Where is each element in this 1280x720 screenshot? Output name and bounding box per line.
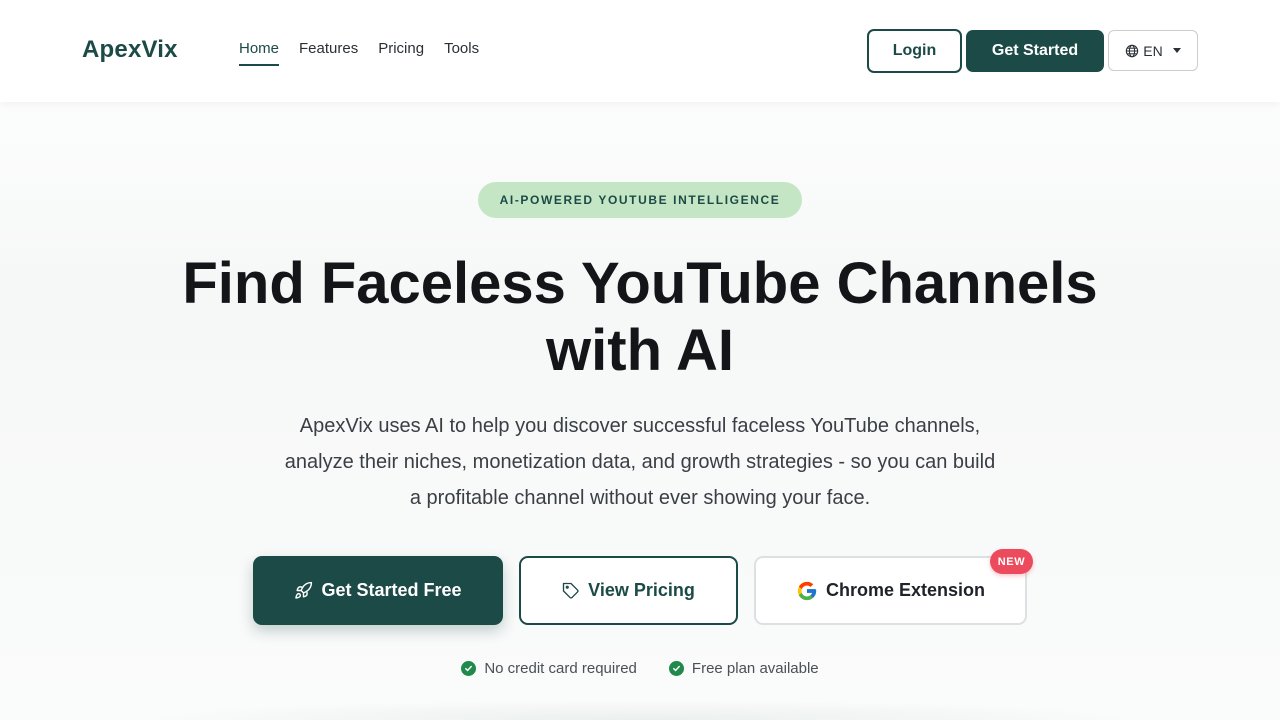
view-pricing-button[interactable]: View Pricing: [519, 556, 738, 625]
brand-logo[interactable]: ApexVix: [82, 36, 178, 64]
trust-checks: No credit card required Free plan availa…: [0, 660, 1280, 677]
hero-title-line1: Find Faceless YouTube Channels: [182, 251, 1098, 316]
nav-links: Home Features Pricing Tools: [239, 40, 479, 66]
chevron-down-icon: [1172, 48, 1181, 53]
navbar: ApexVix Home Features Pricing Tools Logi…: [0, 0, 1280, 102]
new-badge: NEW: [990, 549, 1033, 574]
rocket-icon: [294, 581, 313, 600]
check-circle-icon: [668, 661, 684, 676]
nav-link-features[interactable]: Features: [299, 40, 358, 66]
globe-icon: [1125, 44, 1139, 58]
nav-link-home[interactable]: Home: [239, 40, 280, 66]
check-label: No credit card required: [484, 660, 637, 677]
chrome-extension-label: Chrome Extension: [825, 580, 986, 600]
google-icon: [796, 580, 818, 602]
language-label: EN: [1143, 42, 1163, 59]
check-circle-icon: [461, 661, 477, 676]
hero-badge: AI-POWERED YOUTUBE INTELLIGENCE: [478, 182, 802, 218]
check-label: Free plan available: [691, 660, 819, 677]
hero-title-line2: with AI: [546, 318, 734, 383]
hero-title: Find Faceless YouTube Channels with AI: [140, 250, 1140, 384]
get-started-free-button[interactable]: Get Started Free: [253, 556, 503, 625]
get-started-free-label: Get Started Free: [321, 580, 462, 600]
nav-link-tools[interactable]: Tools: [444, 40, 479, 66]
chrome-extension-button[interactable]: Chrome Extension: [754, 556, 1027, 625]
preview-shadow: [140, 700, 1140, 720]
check-item: No credit card required: [461, 660, 637, 677]
hero-subtitle: ApexVix uses AI to help you discover suc…: [284, 415, 996, 509]
language-dropdown[interactable]: EN: [1108, 30, 1198, 71]
get-started-button[interactable]: Get Started: [966, 30, 1104, 72]
nav-link-pricing[interactable]: Pricing: [378, 40, 424, 66]
tag-icon: [562, 582, 580, 600]
view-pricing-label: View Pricing: [588, 580, 695, 600]
login-button[interactable]: Login: [867, 29, 962, 73]
check-item: Free plan available: [668, 660, 819, 677]
